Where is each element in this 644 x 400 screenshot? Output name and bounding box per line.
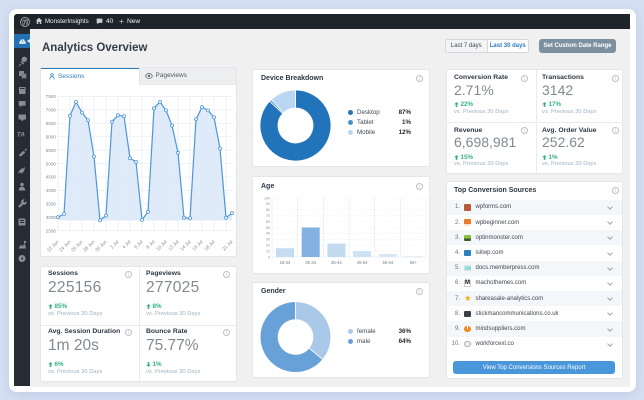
svg-text:28 Jun: 28 Jun — [82, 239, 96, 253]
svg-text:80: 80 — [266, 208, 270, 212]
svg-text:7500: 7500 — [46, 94, 57, 99]
svg-text:40: 40 — [266, 232, 270, 236]
svg-text:45-54: 45-54 — [357, 260, 368, 265]
svg-text:22 Jun: 22 Jun — [46, 239, 60, 253]
svg-text:0: 0 — [268, 255, 270, 259]
svg-text:2 Jul: 2 Jul — [109, 239, 120, 250]
svg-text:21 Jul: 21 Jul — [221, 239, 233, 251]
svg-text:70: 70 — [266, 214, 270, 218]
svg-text:30 Jun: 30 Jun — [94, 239, 108, 253]
svg-text:18-24: 18-24 — [280, 260, 291, 265]
svg-text:4 Jul: 4 Jul — [121, 239, 132, 250]
svg-text:5500: 5500 — [46, 148, 57, 153]
svg-text:16 Jul: 16 Jul — [191, 239, 203, 251]
svg-text:25-34: 25-34 — [305, 260, 316, 265]
svg-text:3000: 3000 — [46, 215, 57, 220]
svg-text:7000: 7000 — [46, 108, 57, 113]
svg-text:2500: 2500 — [46, 228, 57, 233]
svg-text:4500: 4500 — [46, 175, 57, 180]
svg-text:20: 20 — [266, 244, 270, 248]
svg-text:14 Jul: 14 Jul — [179, 239, 191, 251]
svg-text:90: 90 — [266, 202, 270, 206]
svg-text:50: 50 — [266, 226, 270, 230]
svg-text:3500: 3500 — [46, 202, 57, 207]
svg-text:6000: 6000 — [46, 134, 57, 139]
svg-text:5000: 5000 — [46, 161, 57, 166]
svg-text:6500: 6500 — [46, 121, 57, 126]
svg-text:55-64: 55-64 — [382, 260, 393, 265]
svg-text:24 Jun: 24 Jun — [58, 239, 72, 253]
svg-text:35-44: 35-44 — [331, 260, 342, 265]
svg-text:6 Jul: 6 Jul — [133, 239, 144, 250]
svg-text:26 Jun: 26 Jun — [70, 239, 84, 253]
svg-text:TA: TA — [17, 132, 25, 139]
svg-text:60: 60 — [266, 220, 270, 224]
svg-text:30: 30 — [266, 238, 270, 242]
svg-text:18 Jul: 18 Jul — [203, 239, 215, 251]
svg-text:12 Jul: 12 Jul — [167, 239, 179, 251]
svg-text:100: 100 — [264, 196, 270, 200]
svg-text:4000: 4000 — [46, 188, 57, 193]
svg-text:10: 10 — [266, 249, 270, 253]
svg-text:65+: 65+ — [410, 260, 418, 265]
svg-text:10 Jul: 10 Jul — [155, 239, 167, 251]
